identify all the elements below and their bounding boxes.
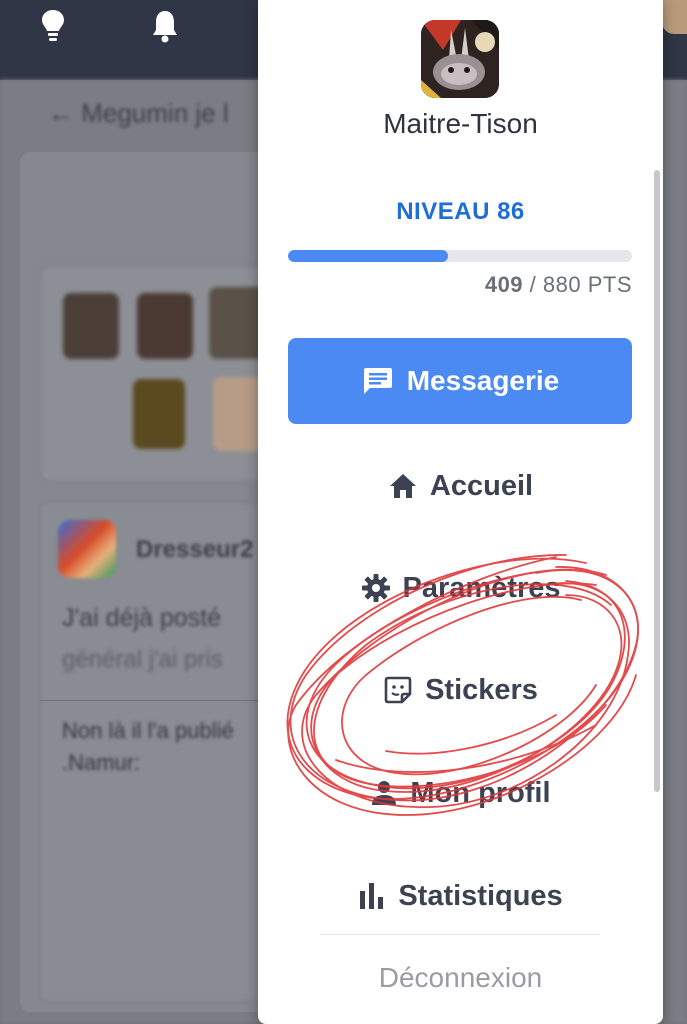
level-progress-bar	[288, 250, 632, 262]
menu-item-label: Paramètres	[402, 571, 561, 604]
menu-item-statistiques[interactable]: Statistiques	[258, 866, 663, 926]
person-icon	[372, 781, 397, 805]
level-progress-fill	[288, 250, 448, 262]
messaging-label: Messagerie	[406, 365, 560, 396]
chat-icon	[363, 368, 392, 394]
post-text-line: J'ai déjà posté	[62, 604, 222, 632]
menu-item-mon-profil[interactable]: Mon profil	[258, 763, 663, 823]
menu-item-parametres[interactable]: Paramètres	[258, 558, 663, 618]
breadcrumb[interactable]: ← Megumin je l	[48, 98, 229, 129]
level-label: NIVEAU 86	[396, 198, 525, 225]
menu-item-accueil[interactable]: Accueil	[258, 456, 663, 516]
post-author-name[interactable]: Dresseur2	[136, 536, 253, 564]
bell-icon[interactable]	[150, 8, 180, 44]
points-separator: /	[523, 272, 543, 297]
post-text-line: général j'ai pris	[62, 646, 223, 673]
points-current: 409	[484, 272, 524, 297]
gear-icon	[361, 574, 390, 602]
menu-divider	[320, 934, 600, 935]
logout-link[interactable]: Déconnexion	[258, 962, 663, 994]
sticker-icon	[384, 676, 412, 704]
messaging-button[interactable]: Messagerie	[288, 338, 632, 424]
username[interactable]: Maitre-Tison	[258, 108, 663, 140]
points-total: 880 PTS	[542, 272, 632, 297]
post-quote-line: Non là il l'a publié	[62, 718, 234, 743]
post-divider	[40, 700, 280, 701]
post-author-avatar[interactable]	[58, 520, 116, 578]
bar-chart-icon	[360, 883, 384, 909]
menu-item-label: Statistiques	[398, 879, 563, 912]
home-icon	[389, 474, 416, 498]
sticker-preview-box	[40, 266, 280, 482]
post-quote-line: .Namur:	[62, 750, 141, 775]
points-readout: 409 / 880 PTS	[288, 272, 632, 298]
menu-item-label: Accueil	[429, 469, 534, 502]
lightbulb-icon[interactable]	[38, 8, 68, 44]
menu-item-label: Stickers	[425, 673, 538, 706]
user-avatar[interactable]	[421, 20, 499, 98]
menu-item-label: Mon profil	[410, 776, 551, 809]
menu-item-stickers[interactable]: Stickers	[258, 660, 663, 720]
account-avatar[interactable]	[662, 0, 687, 34]
